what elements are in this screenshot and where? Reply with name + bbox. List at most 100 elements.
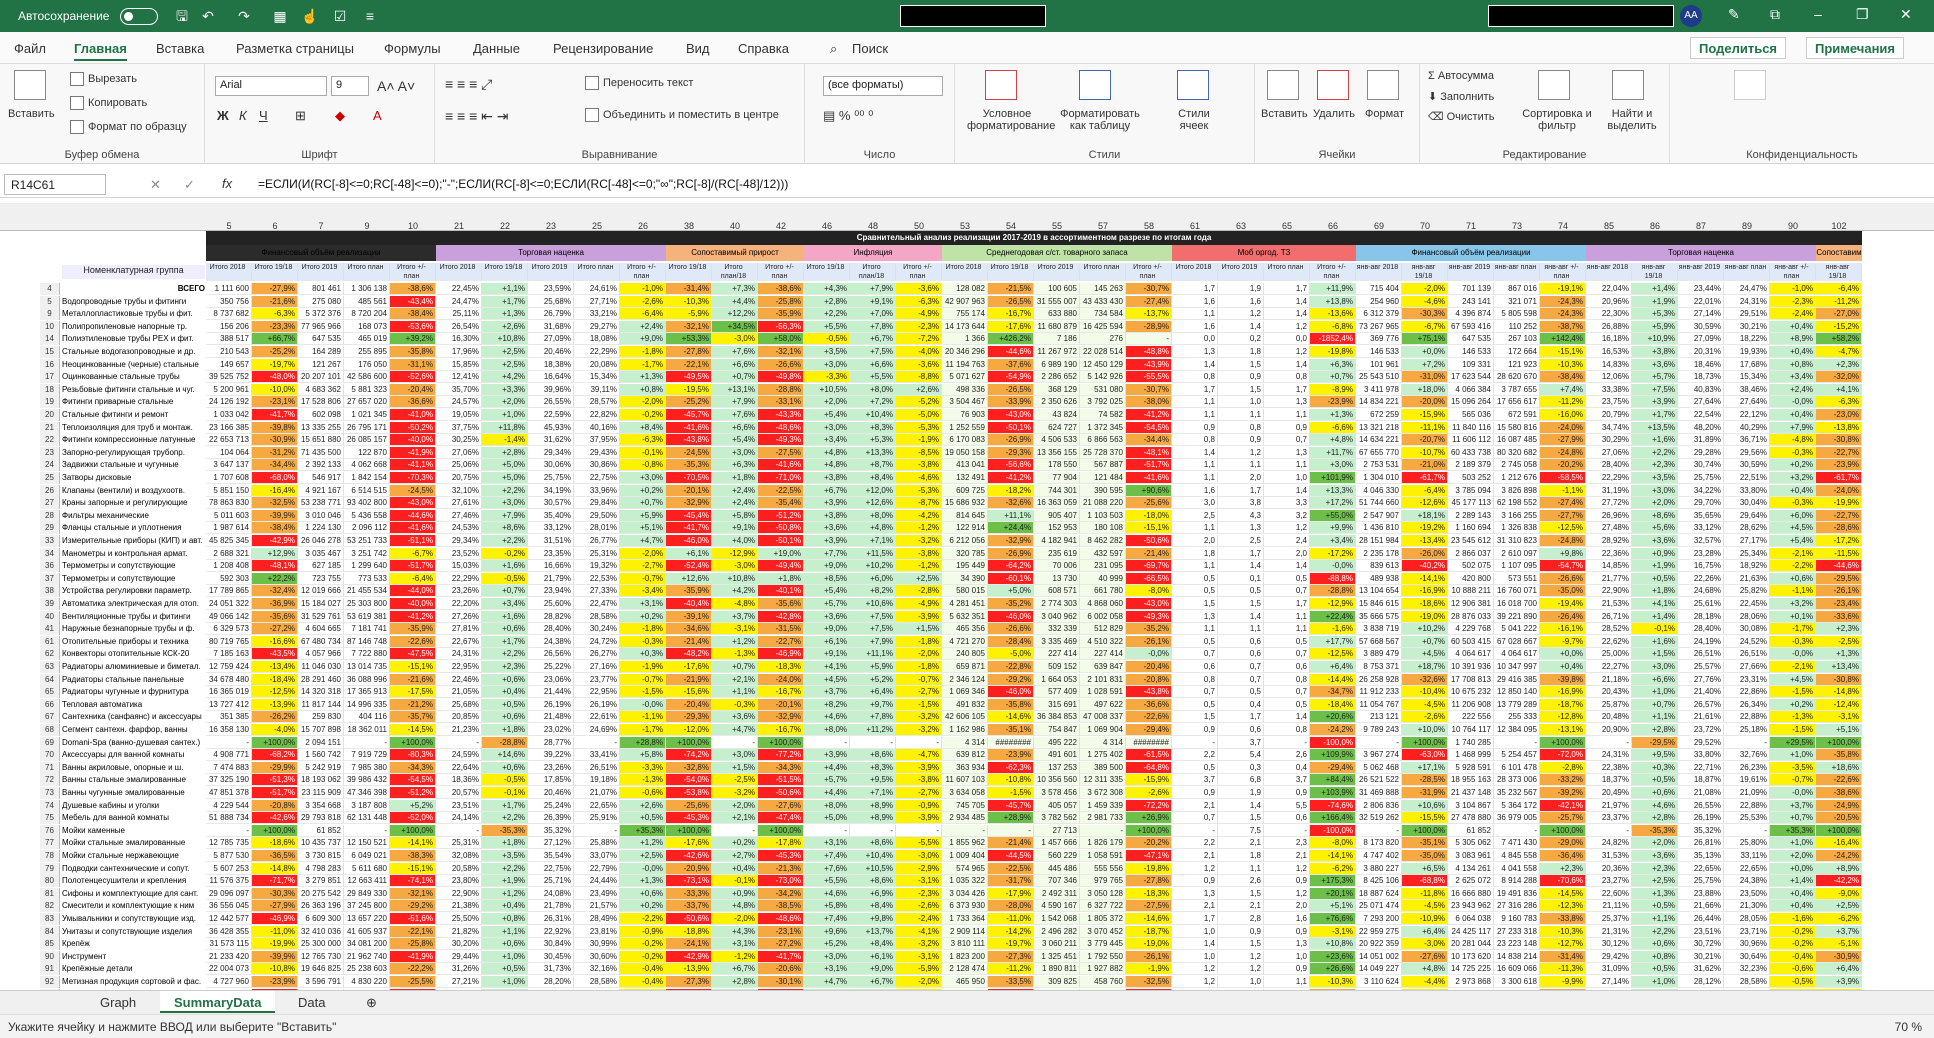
data-cell[interactable]: -27,5% [1126,900,1172,913]
data-cell[interactable]: 24,82% [1586,837,1632,850]
data-cell[interactable]: 6 064 038 [1448,913,1494,925]
data-cell[interactable]: -4,6% [896,472,942,484]
data-cell[interactable]: 29,84% [574,497,620,510]
data-cell[interactable]: -35,9% [666,585,712,598]
data-cell[interactable]: -20,9% [666,862,712,875]
data-cell[interactable]: 25,57% [1678,661,1724,673]
data-cell[interactable]: 3 504 467 [942,396,988,409]
data-cell[interactable]: 6 514 515 [344,484,390,497]
data-cell[interactable]: 0,9 [1264,925,1310,938]
data-cell[interactable]: 62 198 552 [1494,497,1540,510]
data-cell[interactable]: -27,6% [758,799,804,812]
data-cell[interactable]: 21 437 148 [1448,787,1494,799]
data-cell[interactable]: -35,3% [666,459,712,472]
paste-icon[interactable] [14,70,46,100]
data-cell[interactable]: -11,0% [988,913,1034,925]
data-cell[interactable]: 24,08% [528,887,574,900]
data-cell[interactable]: 4 064 617 [1494,648,1540,661]
data-cell[interactable]: +4,3% [804,283,850,295]
font-color-icon[interactable]: A [373,108,382,123]
data-cell[interactable]: +0,7% [620,497,666,510]
data-cell[interactable]: +0,3% [620,648,666,661]
data-cell[interactable]: -50,6% [1126,535,1172,547]
data-cell[interactable]: -6,4% [620,308,666,321]
data-cell[interactable]: - [436,824,482,837]
data-cell[interactable]: -1852,4% [1310,333,1356,346]
data-cell[interactable]: +4,8% [1310,434,1356,447]
data-cell[interactable]: 0,7 [1264,434,1310,447]
data-cell[interactable]: 21,08% [1678,787,1724,799]
data-cell[interactable]: +2,8% [712,976,758,988]
data-cell[interactable]: 1,7 [1218,484,1264,497]
data-cell[interactable]: 8 720 204 [344,308,390,321]
data-cell[interactable]: -25,8% [758,295,804,308]
data-cell[interactable]: 4 727 960 [206,976,252,988]
data-cell[interactable]: - [804,824,850,837]
data-cell[interactable]: -5,0% [988,648,1034,661]
column-header[interactable]: 65 [1264,221,1310,231]
data-cell[interactable]: 23,26% [528,761,574,774]
data-cell[interactable]: +10,5% [850,862,896,875]
data-cell[interactable]: +8,3% [850,421,896,434]
data-cell[interactable]: 1,0 [1264,950,1310,963]
data-cell[interactable]: 210 543 726 [206,346,252,358]
data-cell[interactable]: -8,7% [896,497,942,510]
data-cell[interactable]: +6,4% [850,686,896,699]
data-cell[interactable]: -19,0% [1126,938,1172,951]
data-cell[interactable]: -24,8% [1540,446,1586,459]
data-cell[interactable]: -3,1% [896,950,942,963]
data-cell[interactable]: 22,47% [574,598,620,610]
data-cell[interactable]: +4,4% [804,761,850,774]
data-cell[interactable]: -37,6% [988,358,1034,371]
data-cell[interactable]: +6,5% [1402,862,1448,875]
data-cell[interactable]: 2 094 151 [298,736,344,749]
data-cell[interactable]: 22,65% [1724,862,1770,875]
data-cell[interactable]: +10,4% [850,850,896,862]
data-cell[interactable]: 21,77% [1586,572,1632,585]
data-cell[interactable]: 20,58% [436,862,482,875]
data-cell[interactable]: +2,0% [482,396,528,409]
data-cell[interactable]: 1 927 882 [1080,963,1126,976]
data-cell[interactable]: 32,57% [1678,535,1724,547]
data-cell[interactable]: 35,70% [436,383,482,396]
data-cell[interactable]: 7 181 741 [344,623,390,636]
clear-button[interactable]: ⌫ Очистить [1428,110,1495,123]
data-cell[interactable]: 3 050 128 [1080,887,1126,900]
data-cell[interactable]: -11,8% [1402,887,1448,900]
data-cell[interactable]: -41,9% [390,950,436,963]
tab-formulas[interactable]: Формулы [384,41,441,56]
data-cell[interactable]: -4,2% [896,509,942,522]
data-cell[interactable]: 369 776 [1356,333,1402,346]
data-cell[interactable]: -0,3% [712,698,758,711]
data-cell[interactable]: +6,4% [1402,925,1448,938]
data-cell[interactable]: +100,0% [390,824,436,837]
data-cell[interactable]: - [1080,824,1126,837]
data-cell[interactable]: -0,0% [1770,648,1816,661]
data-cell[interactable]: -6,2% [1310,862,1356,875]
data-cell[interactable]: +13,1% [712,383,758,396]
data-cell[interactable]: 18,37% [1586,774,1632,787]
data-cell[interactable]: +0,0% [1770,862,1816,875]
data-cell[interactable]: 25,60% [528,598,574,610]
data-cell[interactable]: 3 779 445 [1080,938,1126,951]
data-cell[interactable]: -30,1% [758,976,804,988]
data-cell[interactable]: -2,4% [896,913,942,925]
data-cell[interactable]: +7,9% [850,283,896,295]
data-cell[interactable]: - [804,736,850,749]
data-cell[interactable]: 26,51% [574,761,620,774]
data-cell[interactable]: +17,2% [1310,497,1356,510]
data-cell[interactable]: -0,0% [1770,396,1816,409]
data-cell[interactable]: 7 471 430 [1494,837,1540,850]
data-cell[interactable]: +100,0% [1816,736,1862,749]
data-cell[interactable]: 14 634 221 [1356,434,1402,447]
data-cell[interactable]: 16 087 485 [1494,434,1540,447]
data-cell[interactable]: +100,0% [758,824,804,837]
data-cell[interactable]: 2 774 303 [1034,598,1080,610]
data-cell[interactable]: +142,4% [1540,333,1586,346]
data-cell[interactable]: 754 847 [1034,724,1080,736]
row-name[interactable]: Тепловая автоматика [62,699,205,711]
data-cell[interactable]: -50,6% [758,787,804,799]
data-cell[interactable]: -46,0% [666,535,712,547]
data-cell[interactable]: -41,2% [988,472,1034,484]
column-header[interactable]: 66 [1310,221,1356,231]
